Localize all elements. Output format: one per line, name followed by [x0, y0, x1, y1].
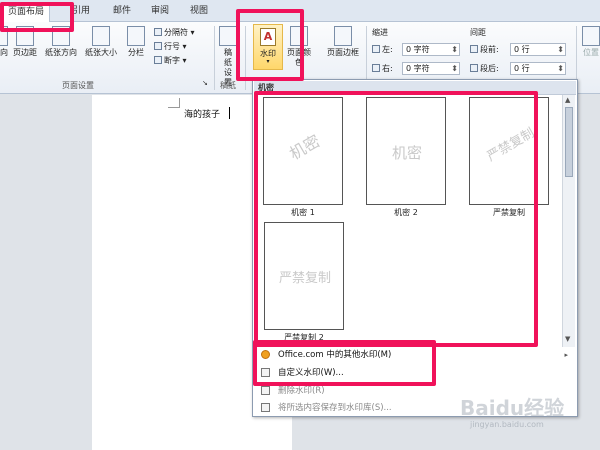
watermark-button[interactable]: A 水印 ▾: [253, 24, 283, 70]
tab-page-layout[interactable]: 页面布局: [2, 4, 51, 22]
hyphenation-icon: [154, 56, 162, 64]
hyphenation-label: 断字: [164, 56, 180, 65]
baidu-jingyan-logo: Baidu经验: [460, 396, 565, 420]
watermark-preview-text: 机密: [286, 131, 324, 164]
page-border-button[interactable]: 页面边框: [324, 26, 362, 58]
spacing-before-icon: [470, 45, 478, 53]
chevron-down-icon: ▾: [266, 58, 270, 65]
margin-corner-mark: [168, 98, 180, 108]
watermark-option-confidential-2[interactable]: 机密: [366, 97, 446, 205]
watermark-icon: A: [260, 28, 276, 46]
draft-group-label: 稿纸: [220, 81, 236, 90]
indent-right-icon: [372, 64, 380, 72]
page-border-label: 页面边框: [327, 48, 359, 57]
watermark-option-label: 机密 1: [291, 208, 315, 217]
spacing-before-label: 段前:: [470, 43, 499, 56]
indent-title: 缩进: [372, 28, 388, 37]
watermark-preview-text: 严禁复制: [484, 125, 538, 165]
page-color-label: 页面颜色: [287, 48, 311, 67]
size-button[interactable]: 纸张大小: [82, 26, 120, 58]
size-label: 纸张大小: [85, 48, 117, 57]
menu-more-watermarks-label: Office.com 中的其他水印(M): [278, 350, 392, 360]
watermark-option-do-not-copy-2[interactable]: 严禁复制: [264, 222, 344, 330]
page-setup-group-label: 页面设置: [62, 81, 94, 90]
page-color-icon: [290, 26, 308, 46]
watermark-option-label: 严禁复制: [493, 208, 525, 217]
margins-icon: [16, 26, 34, 46]
draft-paper-icon: [219, 26, 237, 46]
position-icon: [582, 26, 600, 46]
columns-icon: [127, 26, 145, 46]
text-direction-label: 向: [0, 48, 8, 57]
watermark-option-label: 严禁复制 2: [284, 333, 324, 342]
ribbon-tabs: 页面布局 引用 邮件 审阅 视图: [0, 0, 600, 22]
size-icon: [92, 26, 110, 46]
spacing-after-input[interactable]: 0 行: [510, 62, 566, 75]
page-border-icon: [334, 26, 352, 46]
scrollbar-thumb[interactable]: [565, 107, 573, 177]
office-logo-icon: [261, 350, 270, 359]
tab-review[interactable]: 审阅: [151, 4, 169, 22]
text-direction-icon: [0, 26, 8, 46]
scroll-up-icon[interactable]: ▲: [565, 96, 570, 104]
indent-left-label: 左:: [372, 43, 393, 56]
watermark-label: 水印: [260, 49, 276, 58]
tab-references[interactable]: 引用: [72, 4, 90, 22]
draft-settings-button[interactable]: 稿纸设置: [217, 26, 239, 88]
baidu-jingyan-url: jingyan.baidu.com: [470, 420, 544, 429]
position-button[interactable]: 位置: [580, 26, 600, 58]
remove-watermark-icon: [261, 386, 270, 395]
text-cursor: [229, 107, 230, 119]
margins-button[interactable]: 页边距: [11, 26, 39, 58]
text-direction-button[interactable]: 向: [0, 26, 10, 58]
orientation-button[interactable]: 纸张方向: [42, 26, 80, 58]
columns-label: 分栏: [128, 48, 144, 57]
line-numbers-icon: [154, 42, 162, 50]
menu-more-watermarks[interactable]: Office.com 中的其他水印(M) ▸: [258, 347, 574, 363]
tab-mailings[interactable]: 邮件: [113, 4, 131, 22]
indent-left-icon: [372, 45, 380, 53]
line-numbers-label: 行号: [164, 42, 180, 51]
indent-left-input[interactable]: 0 字符: [402, 43, 460, 56]
tab-view[interactable]: 视图: [190, 4, 208, 22]
line-numbers-button[interactable]: 行号 ▾: [154, 41, 187, 52]
watermark-preview-text: 严禁复制: [278, 271, 331, 286]
spacing-title: 间距: [470, 28, 486, 37]
group-separator: [214, 26, 215, 90]
position-label: 位置: [583, 48, 599, 57]
spacing-after-label: 段后:: [470, 62, 499, 75]
hyphenation-button[interactable]: 断字 ▾: [154, 55, 187, 66]
indent-right-label: 右:: [372, 62, 393, 75]
orientation-icon: [52, 26, 70, 46]
spacing-before-input[interactable]: 0 行: [510, 43, 566, 56]
page-color-button[interactable]: 页面颜色: [286, 26, 312, 68]
indent-right-input[interactable]: 0 字符: [402, 62, 460, 75]
spacing-after-icon: [470, 64, 478, 72]
save-to-gallery-icon: [261, 403, 270, 412]
watermark-option-confidential-1[interactable]: 机密: [263, 97, 343, 205]
menu-remove-watermark-label: 删除水印(R): [278, 386, 325, 396]
submenu-arrow-icon: ▸: [564, 351, 568, 359]
columns-button[interactable]: 分栏: [124, 26, 148, 58]
breaks-button[interactable]: 分隔符 ▾: [154, 27, 195, 38]
scroll-down-icon[interactable]: ▼: [565, 335, 570, 343]
group-separator: [245, 26, 246, 90]
watermark-preview-text: 机密: [391, 144, 422, 162]
page-setup-dialog-launcher[interactable]: ↘: [202, 78, 208, 89]
menu-custom-watermark-label: 自定义水印(W)...: [278, 368, 344, 378]
watermark-option-label: 机密 2: [394, 208, 418, 217]
breaks-icon: [154, 28, 162, 36]
watermark-option-do-not-copy-1[interactable]: 严禁复制: [469, 97, 549, 205]
gallery-scrollbar[interactable]: ▲ ▼: [562, 95, 575, 347]
document-text[interactable]: 海的孩子: [184, 107, 220, 120]
custom-watermark-icon: [261, 368, 270, 377]
orientation-label: 纸张方向: [45, 48, 77, 57]
word-window: 页面布局 引用 邮件 审阅 视图 向 页边距 纸张方向 纸张大小 分栏 分隔符 …: [0, 0, 600, 450]
menu-custom-watermark[interactable]: 自定义水印(W)...: [258, 365, 574, 381]
breaks-label: 分隔符: [164, 28, 188, 37]
gallery-header: 机密: [254, 81, 576, 95]
menu-save-to-gallery-label: 将所选内容保存到水印库(S)...: [278, 403, 392, 413]
margins-label: 页边距: [13, 48, 37, 57]
